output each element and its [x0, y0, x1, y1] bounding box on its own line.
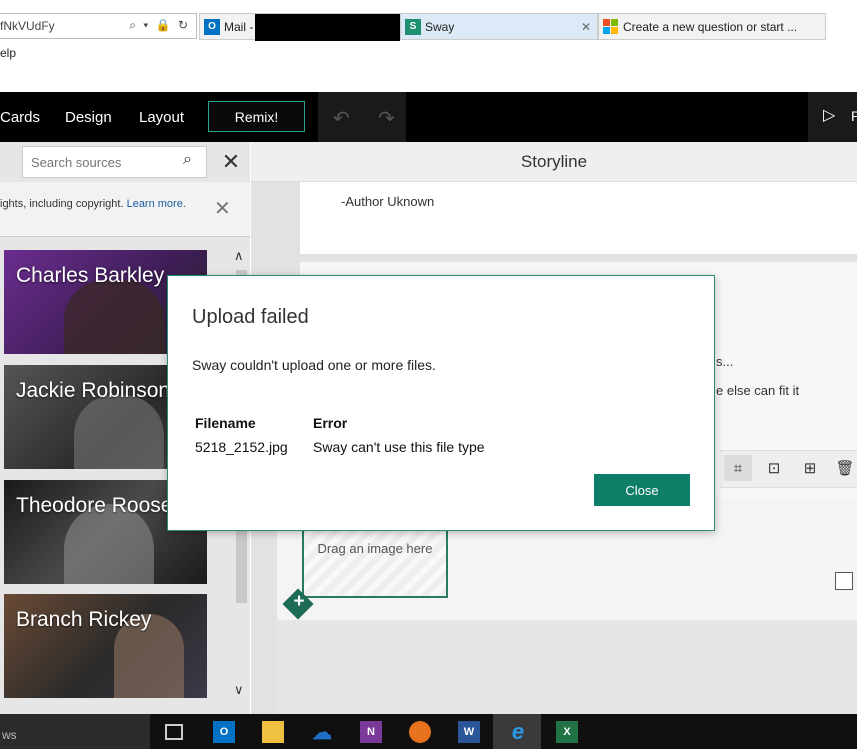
tab-label: Sway [425, 19, 455, 34]
undo-icon[interactable]: ↶ [333, 106, 350, 131]
search-input[interactable] [29, 154, 173, 171]
text-card[interactable] [300, 182, 857, 254]
nav-design[interactable]: Design [65, 109, 112, 126]
outlook-icon[interactable]: O [213, 721, 235, 743]
word-icon[interactable]: W [458, 721, 480, 743]
excel-icon[interactable]: X [556, 721, 578, 743]
error-value: Sway can't use this file type [313, 439, 485, 455]
fill-icon[interactable]: ⊞ [796, 455, 824, 481]
emphasis-checkbox[interactable] [835, 572, 853, 590]
tab-sway[interactable]: S Sway ✕ [400, 13, 598, 40]
outlook-icon: O [204, 18, 220, 35]
menu-help-fragment[interactable]: elp [0, 46, 16, 60]
learn-more-link[interactable]: Learn more. [127, 198, 186, 210]
taskbar-search[interactable] [0, 714, 150, 749]
nav-cards[interactable]: Cards [0, 109, 40, 126]
address-bar-icons[interactable]: ⌕ ▾ 🔒 ↻ [129, 18, 190, 33]
tab-label: Mail - [224, 19, 254, 34]
firefox-icon[interactable] [409, 721, 431, 743]
drop-zone-label: Drag an image here [317, 541, 433, 556]
remix-button[interactable]: Remix! [208, 101, 305, 132]
source-card[interactable]: Branch Rickey [4, 594, 207, 698]
delete-icon[interactable]: 🗑 [831, 455, 857, 481]
add-icon[interactable]: + [291, 591, 307, 613]
card-title: Branch Rickey [16, 608, 152, 631]
tab-create-question[interactable]: Create a new question or start ... [598, 13, 826, 40]
card-text-fragment: s... [716, 354, 734, 369]
scroll-down-icon[interactable]: ∨ [234, 682, 244, 698]
upload-failed-dialog: Upload failed Sway couldn't upload one o… [167, 275, 715, 531]
file-explorer-icon[interactable] [262, 721, 284, 743]
address-bar[interactable]: fNkVUdFy ⌕ ▾ 🔒 ↻ [0, 13, 197, 39]
card-title: Jackie Robinson [16, 379, 171, 402]
sway-icon: S [405, 18, 421, 35]
internet-explorer-icon[interactable]: e [507, 719, 529, 744]
image-drop-zone[interactable]: Drag an image here [302, 523, 448, 598]
app-toolbar [0, 92, 857, 142]
address-text[interactable]: fNkVUdFy [0, 19, 55, 33]
close-button[interactable]: Close [594, 474, 690, 506]
redacted-block [255, 14, 400, 41]
tab-close-icon[interactable]: ✕ [581, 20, 591, 34]
search-icon[interactable]: ⌕ [183, 151, 192, 169]
task-view-icon[interactable] [163, 721, 185, 743]
redo-icon[interactable]: ↷ [378, 106, 395, 131]
tab-label: Create a new question or start ... [623, 19, 798, 34]
card-title: Charles Barkley [16, 264, 165, 287]
error-header: Error [313, 415, 348, 431]
copyright-notice: ights, including copyright. Learn more. … [0, 182, 250, 237]
storyline-title: Storyline [251, 142, 857, 182]
play-icon[interactable]: ▷ [823, 105, 835, 125]
card-photo [74, 395, 164, 469]
search-box[interactable]: ⌕ [22, 146, 207, 178]
dialog-message: Sway couldn't upload one or more files. [192, 357, 436, 373]
microsoft-logo-icon [603, 18, 619, 35]
scroll-up-icon[interactable]: ∧ [234, 248, 244, 264]
storyline-footer [277, 620, 857, 714]
taskbar-search-text[interactable]: ws [2, 728, 17, 742]
onenote-icon[interactable]: N [360, 721, 382, 743]
tab-mail[interactable]: O Mail - [199, 13, 400, 41]
copyright-text: ights, including copyright. [0, 198, 124, 210]
close-icon[interactable]: ✕ [214, 196, 231, 221]
card-photo [64, 280, 164, 354]
panel-close-icon[interactable]: ✕ [212, 146, 250, 178]
nav-layout[interactable]: Layout [139, 109, 184, 126]
fit-icon[interactable]: ⊡ [760, 455, 788, 481]
dialog-title: Upload failed [192, 306, 309, 328]
filename-header: Filename [195, 415, 256, 431]
card-text-fragment: e else can fit it [716, 383, 800, 398]
play-label[interactable]: P [851, 108, 857, 124]
author-text[interactable]: -Author Uknown [341, 194, 434, 209]
focus-point-icon[interactable]: ⌗ [724, 455, 752, 481]
filename-value: 5218_2152.jpg [195, 439, 288, 455]
onedrive-icon[interactable]: ☁ [311, 721, 333, 744]
